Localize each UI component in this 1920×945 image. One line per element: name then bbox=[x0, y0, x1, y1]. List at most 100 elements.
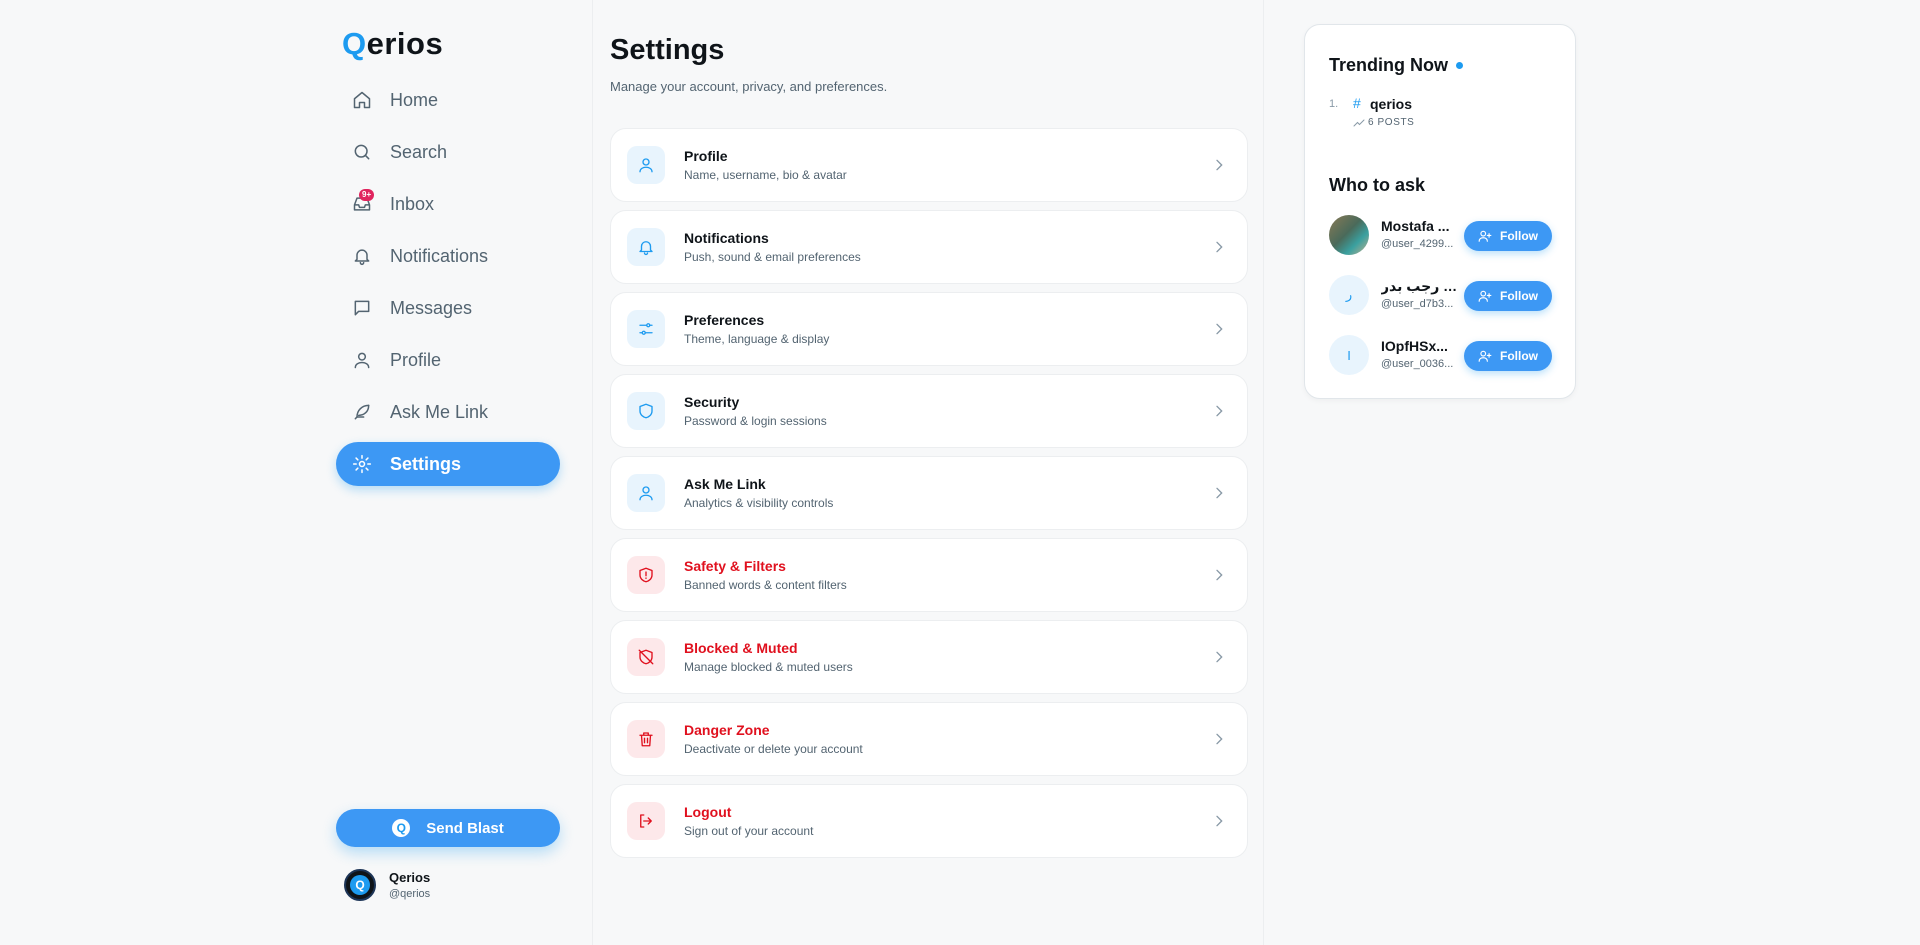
item-desc: Manage blocked & muted users bbox=[684, 660, 853, 674]
user-handle: @user_d7b3... bbox=[1381, 298, 1454, 310]
nav-label: Search bbox=[390, 141, 448, 162]
user-name: IOpfHSx... bbox=[1381, 338, 1448, 354]
user-icon bbox=[627, 146, 665, 184]
follow-button[interactable]: Follow bbox=[1464, 341, 1552, 371]
chevron-right-icon bbox=[1216, 733, 1223, 745]
follow-label: Follow bbox=[1500, 289, 1538, 303]
chevron-right-icon bbox=[1216, 815, 1223, 827]
nav-label: Inbox bbox=[390, 193, 435, 214]
item-desc: Push, sound & email preferences bbox=[684, 250, 861, 264]
trash-icon bbox=[627, 720, 665, 758]
nav-item-notifications[interactable]: Notifications bbox=[336, 234, 560, 278]
nav-label: Profile bbox=[390, 349, 442, 370]
hash-icon: # bbox=[1353, 95, 1361, 111]
chevron-right-icon bbox=[1216, 651, 1223, 663]
avatar: Q bbox=[344, 869, 376, 901]
user-icon bbox=[352, 350, 372, 370]
blast-logo-icon: Q bbox=[392, 819, 411, 837]
user-plus-icon bbox=[1478, 290, 1492, 302]
chevron-right-icon bbox=[1216, 405, 1223, 417]
item-title: Ask Me Link bbox=[684, 476, 766, 492]
settings-item-security[interactable]: Security Password & login sessions bbox=[610, 374, 1248, 448]
main-column: Settings Manage your account, privacy, a… bbox=[592, 0, 1264, 945]
avatar: I bbox=[1329, 335, 1369, 375]
nav-label: Settings bbox=[390, 453, 462, 474]
avatar: ر bbox=[1329, 275, 1369, 315]
nav-item-settings[interactable]: Settings bbox=[336, 442, 560, 486]
settings-item-preferences[interactable]: Preferences Theme, language & display bbox=[610, 292, 1248, 366]
follow-button[interactable]: Follow bbox=[1464, 221, 1552, 251]
settings-item-blocked-muted[interactable]: Blocked & Muted Manage blocked & muted us… bbox=[610, 620, 1248, 694]
nav-item-home[interactable]: Home bbox=[336, 78, 560, 122]
nav-item-messages[interactable]: Messages bbox=[336, 286, 560, 330]
send-blast-button[interactable]: Q Send Blast bbox=[336, 809, 560, 847]
logo[interactable]: Qerios bbox=[342, 26, 443, 62]
item-desc: Deactivate or delete your account bbox=[684, 742, 863, 756]
item-desc: Analytics & visibility controls bbox=[684, 496, 834, 510]
nav-label: Notifications bbox=[390, 245, 489, 266]
nav-item-profile[interactable]: Profile bbox=[336, 338, 560, 382]
inbox-badge: 9+ bbox=[359, 189, 375, 201]
nav-label: Home bbox=[390, 89, 439, 110]
sliders-icon bbox=[627, 310, 665, 348]
trend-post-count: 6 POSTS bbox=[1368, 117, 1415, 128]
item-desc: Name, username, bio & avatar bbox=[684, 168, 847, 182]
trending-up-icon bbox=[1353, 119, 1365, 127]
suggested-user[interactable]: I IOpfHSx... @user_0036... Follow bbox=[1329, 335, 1559, 375]
item-title: Danger Zone bbox=[684, 722, 770, 738]
shield-alert-icon bbox=[627, 556, 665, 594]
right-panel: Trending Now 1. # qerios 6 POSTS Who to … bbox=[1304, 24, 1576, 399]
bell-icon bbox=[627, 228, 665, 266]
logout-icon bbox=[627, 802, 665, 840]
item-title: Logout bbox=[684, 804, 732, 820]
nav-label: Messages bbox=[390, 297, 473, 318]
user-icon bbox=[627, 474, 665, 512]
suggested-user[interactable]: Mostafa ... @user_4299... Follow bbox=[1329, 215, 1559, 255]
settings-item-ask-me-link[interactable]: Ask Me Link Analytics & visibility contro… bbox=[610, 456, 1248, 530]
account-switcher[interactable]: Q Qerios @qerios bbox=[344, 869, 430, 901]
follow-button[interactable]: Follow bbox=[1464, 281, 1552, 311]
trending-title: Trending Now bbox=[1329, 55, 1463, 76]
send-blast-label: Send Blast bbox=[426, 819, 504, 837]
follow-label: Follow bbox=[1500, 349, 1538, 363]
live-dot-icon bbox=[1456, 62, 1463, 69]
user-name: Mostafa ... bbox=[1381, 218, 1450, 234]
nav-item-ask-me-link[interactable]: Ask Me Link bbox=[336, 390, 560, 434]
chevron-right-icon bbox=[1216, 487, 1223, 499]
logo-q: Q bbox=[342, 26, 367, 61]
settings-list: Profile Name, username, bio & avatar Noti… bbox=[610, 128, 1248, 866]
page-subtitle: Manage your account, privacy, and prefer… bbox=[610, 79, 888, 94]
item-desc: Theme, language & display bbox=[684, 332, 830, 346]
chevron-right-icon bbox=[1216, 241, 1223, 253]
settings-item-danger-zone[interactable]: Danger Zone Deactivate or delete your acc… bbox=[610, 702, 1248, 776]
user-handle: @user_0036... bbox=[1381, 358, 1454, 370]
trend-tag: qerios bbox=[1370, 96, 1413, 112]
home-icon bbox=[352, 90, 372, 110]
settings-item-notifications[interactable]: Notifications Push, sound & email prefere… bbox=[610, 210, 1248, 284]
settings-item-profile[interactable]: Profile Name, username, bio & avatar bbox=[610, 128, 1248, 202]
shield-icon bbox=[627, 392, 665, 430]
item-desc: Banned words & content filters bbox=[684, 578, 847, 592]
follow-label: Follow bbox=[1500, 229, 1538, 243]
item-title: Profile bbox=[684, 148, 728, 164]
item-title: Security bbox=[684, 394, 740, 410]
settings-item-logout[interactable]: Logout Sign out of your account bbox=[610, 784, 1248, 858]
chevron-right-icon bbox=[1216, 569, 1223, 581]
account-name: Qerios bbox=[389, 870, 431, 885]
trend-rank: 1. bbox=[1329, 98, 1339, 110]
user-plus-icon bbox=[1478, 230, 1492, 242]
nav-item-inbox[interactable]: 9+ Inbox bbox=[336, 182, 560, 226]
who-to-ask-title: Who to ask bbox=[1329, 175, 1426, 195]
settings-item-safety-filters[interactable]: Safety & Filters Banned words & content f… bbox=[610, 538, 1248, 612]
gear-icon bbox=[352, 454, 372, 474]
nav-item-search[interactable]: Search bbox=[336, 130, 560, 174]
account-handle: @qerios bbox=[389, 888, 431, 900]
nav-label: Ask Me Link bbox=[390, 401, 489, 422]
page-title: Settings bbox=[610, 34, 725, 66]
logo-text: erios bbox=[366, 26, 444, 61]
shield-off-icon bbox=[627, 638, 665, 676]
chevron-right-icon bbox=[1216, 323, 1223, 335]
suggested-user[interactable]: ر رغد رجب بدر @user_d7b3... Follow bbox=[1329, 275, 1559, 315]
bell-icon bbox=[352, 246, 372, 266]
nav: Home Search 9+ Inbox Notifications Messa… bbox=[336, 78, 560, 494]
